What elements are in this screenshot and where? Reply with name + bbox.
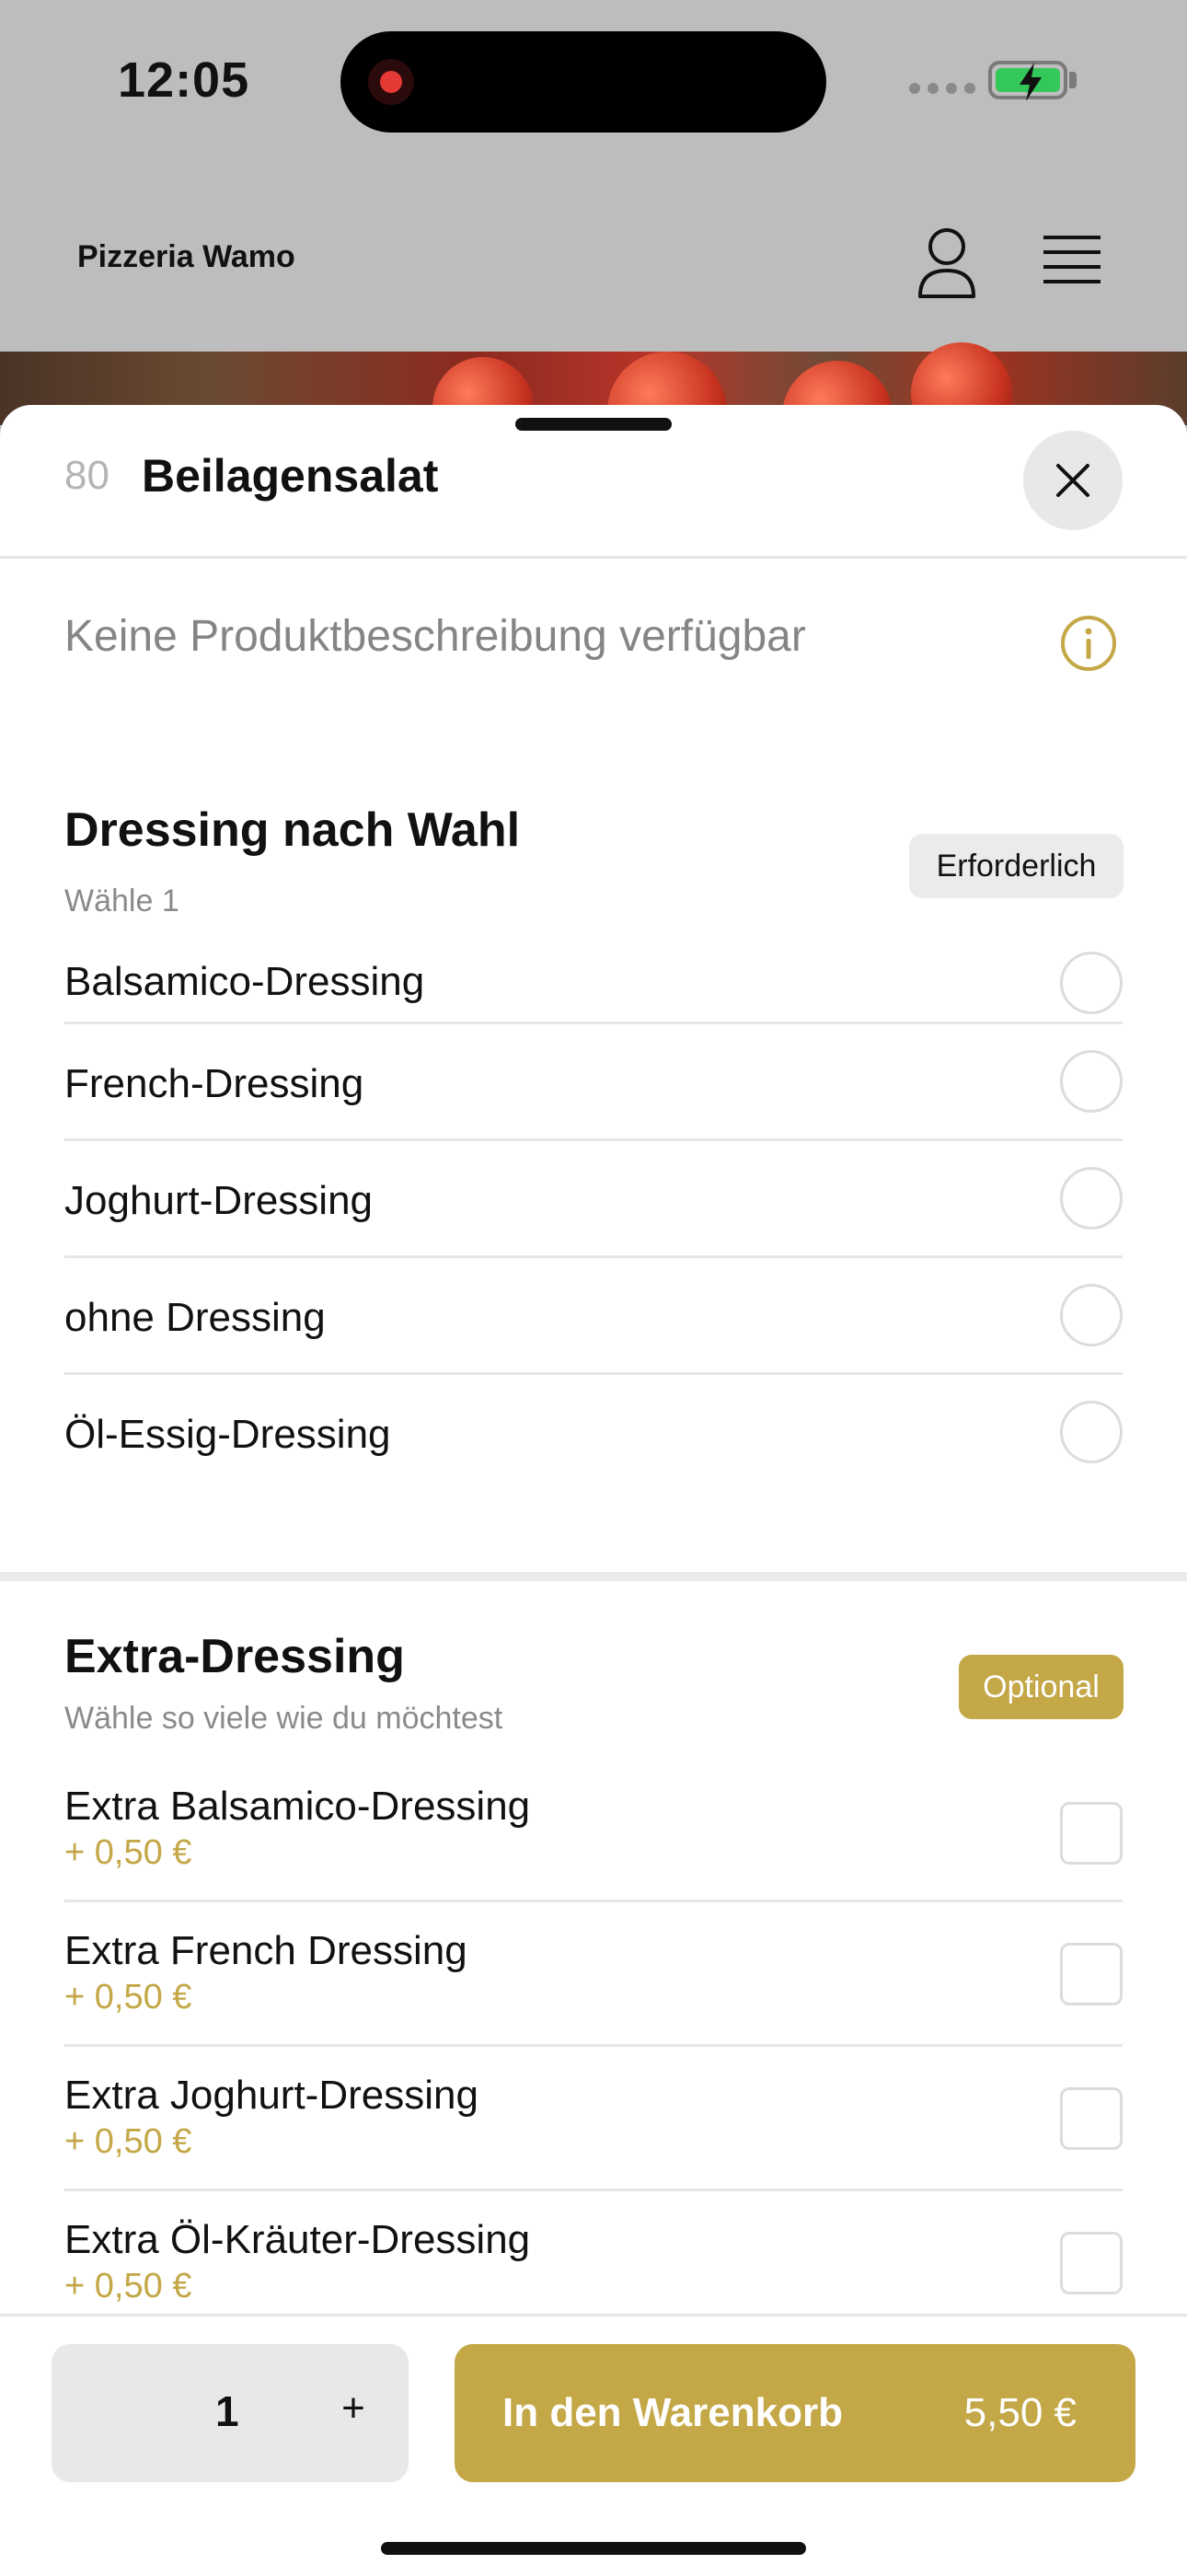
brand-name[interactable]: Pizzeria Wamo xyxy=(77,239,295,275)
required-badge: Erforderlich xyxy=(909,834,1124,898)
option-price: + 0,50 € xyxy=(64,1833,192,1872)
app-header: Pizzeria Wamo xyxy=(0,175,1187,352)
option-row[interactable]: French-Dressing xyxy=(64,1024,1123,1141)
option-label: Öl-Essig-Dressing xyxy=(64,1412,391,1457)
quantity-value: 1 xyxy=(215,2387,239,2435)
checkbox[interactable] xyxy=(1060,1943,1123,2005)
status-bar: 12:05 xyxy=(0,0,1187,175)
option-label: Extra French Dressing xyxy=(64,1928,467,1973)
add-to-cart-button[interactable]: In den Warenkorb 5,50 € xyxy=(455,2344,1135,2482)
option-price: + 0,50 € xyxy=(64,2122,192,2161)
option-row[interactable]: ohne Dressing xyxy=(64,1258,1123,1375)
option-label: Extra Öl-Kräuter-Dressing xyxy=(64,2217,531,2262)
info-icon[interactable] xyxy=(1060,615,1117,672)
option-row[interactable]: Extra Joghurt-Dressing + 0,50 € xyxy=(64,2047,1123,2191)
group-subtitle-extra: Wähle so viele wie du möchtest xyxy=(64,1701,503,1736)
home-indicator xyxy=(381,2542,806,2555)
option-row[interactable]: Extra Balsamico-Dressing + 0,50 € xyxy=(64,1765,1123,1902)
radio-button[interactable] xyxy=(1060,952,1123,1014)
option-price: + 0,50 € xyxy=(64,2267,192,2305)
cart-button-label: In den Warenkorb xyxy=(502,2390,843,2435)
group-title-extra: Extra-Dressing xyxy=(64,1630,405,1683)
product-sheet: 80 Beilagensalat Keine Produktbeschreibu… xyxy=(0,405,1187,2573)
option-label: French-Dressing xyxy=(64,1061,364,1106)
group-subtitle-dressing: Wähle 1 xyxy=(64,884,179,918)
option-label: Extra Balsamico-Dressing xyxy=(64,1784,531,1829)
option-row[interactable]: Extra Öl-Kräuter-Dressing + 0,50 € xyxy=(64,2191,1123,2333)
sheet-title-row: 80 Beilagensalat xyxy=(0,405,1187,559)
option-row[interactable]: Öl-Essig-Dressing xyxy=(64,1375,1123,1489)
radio-button[interactable] xyxy=(1060,1050,1123,1113)
radio-button[interactable] xyxy=(1060,1284,1123,1346)
option-row[interactable]: Balsamico-Dressing xyxy=(64,931,1123,1024)
cellular-signal-icon xyxy=(909,83,975,94)
user-account-icon[interactable] xyxy=(916,226,977,300)
recording-indicator-icon xyxy=(368,59,414,105)
radio-button[interactable] xyxy=(1060,1401,1123,1463)
checkbox[interactable] xyxy=(1060,1802,1123,1865)
option-label: Joghurt-Dressing xyxy=(64,1178,374,1223)
option-label: ohne Dressing xyxy=(64,1295,326,1340)
product-description: Keine Produktbeschreibung verfügbar xyxy=(64,612,806,661)
option-label: Extra Joghurt-Dressing xyxy=(64,2073,478,2118)
item-number: 80 xyxy=(64,453,109,498)
menu-hamburger-icon[interactable] xyxy=(1042,232,1102,287)
quantity-stepper[interactable]: 1 + xyxy=(52,2344,409,2482)
option-row[interactable]: Extra French Dressing + 0,50 € xyxy=(64,1902,1123,2047)
group-title-dressing: Dressing nach Wahl xyxy=(64,803,521,857)
battery-icon xyxy=(988,61,1067,101)
option-price: + 0,50 € xyxy=(64,1978,192,2016)
section-divider xyxy=(0,1572,1187,1581)
battery-cap xyxy=(1069,72,1077,88)
optional-badge: Optional xyxy=(959,1655,1124,1719)
bottom-action-bar: 1 + In den Warenkorb 5,50 € xyxy=(0,2314,1187,2576)
option-row[interactable]: Joghurt-Dressing xyxy=(64,1141,1123,1258)
option-label: Balsamico-Dressing xyxy=(64,959,425,1004)
quantity-plus-button[interactable]: + xyxy=(326,2381,381,2436)
checkbox[interactable] xyxy=(1060,2232,1123,2294)
item-title: Beilagensalat xyxy=(142,450,439,502)
cart-button-price: 5,50 € xyxy=(963,2390,1077,2435)
radio-button[interactable] xyxy=(1060,1167,1123,1230)
status-time: 12:05 xyxy=(118,52,250,108)
checkbox[interactable] xyxy=(1060,2087,1123,2150)
close-button[interactable] xyxy=(1023,431,1123,530)
close-icon xyxy=(1056,464,1089,497)
